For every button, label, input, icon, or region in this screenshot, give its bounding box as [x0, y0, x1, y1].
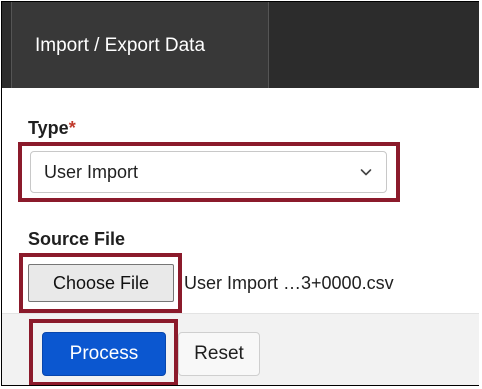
- reset-button[interactable]: Reset: [178, 332, 260, 376]
- form-footer: Process Reset: [2, 313, 479, 385]
- chevron-down-icon: [360, 169, 372, 176]
- type-select-value: User Import: [44, 162, 139, 182]
- process-button[interactable]: Process: [42, 332, 166, 376]
- type-label: Type*: [28, 118, 76, 139]
- tab-label: Import / Export Data: [35, 35, 206, 56]
- tab-import-export-data[interactable]: Import / Export Data: [11, 2, 269, 88]
- type-label-text: Type: [28, 118, 69, 138]
- type-select[interactable]: User Import: [30, 151, 387, 193]
- choose-file-button[interactable]: Choose File: [28, 264, 174, 302]
- import-export-panel: Import / Export Data Type* User Import S…: [1, 1, 479, 386]
- required-marker: *: [68, 118, 76, 138]
- source-file-label: Source File: [28, 229, 126, 249]
- header-bar: Import / Export Data: [2, 2, 479, 88]
- selected-file-name: User Import …3+0000.csv: [184, 273, 394, 293]
